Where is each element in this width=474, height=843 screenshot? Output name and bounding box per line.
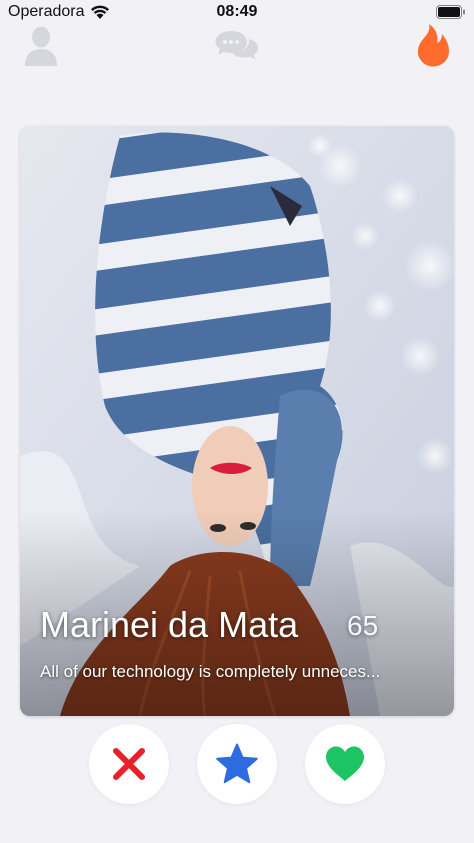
super-like-button[interactable] [197,724,277,804]
heart-icon [326,746,364,781]
like-button[interactable] [305,724,385,804]
messages-tab[interactable] [214,26,260,64]
star-icon [216,743,258,784]
profile-bio: All of our technology is completely unne… [40,662,381,681]
profile-age: 65 [347,610,379,641]
flame-icon [417,24,449,67]
clock: 08:49 [216,3,258,20]
chat-bubbles-icon [215,31,258,60]
profile-tab[interactable] [22,24,60,68]
app-screen: Operadora 08:49 Marinei da Mata 65 All o… [0,0,474,843]
close-icon [113,748,145,780]
discover-tab[interactable] [412,22,454,68]
profile-card[interactable]: Marinei da Mata 65 All of our technology… [20,126,454,716]
status-bar: Operadora 08:49 [0,0,474,28]
battery-icon [436,5,465,19]
dislike-button[interactable] [89,724,169,804]
profile-icon [25,26,57,66]
profile-name: Marinei da Mata [40,604,299,645]
